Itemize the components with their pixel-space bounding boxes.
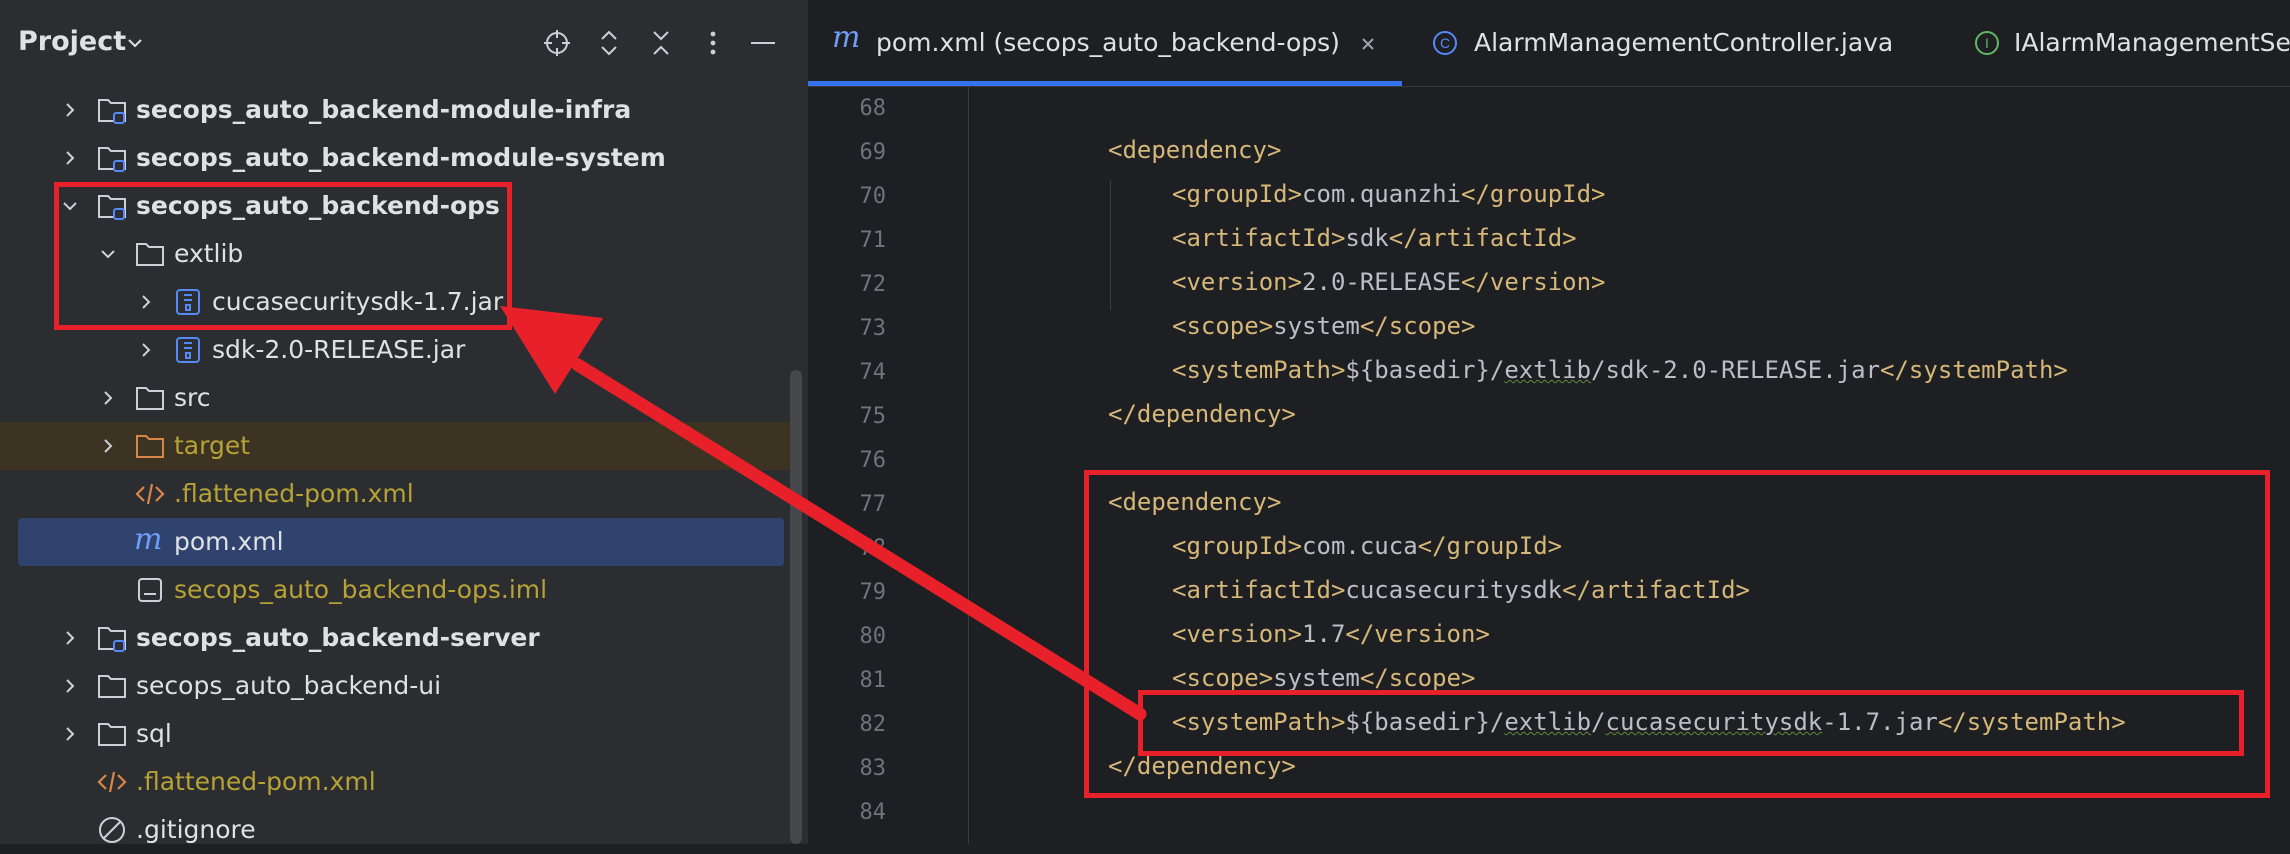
line-number: 79 <box>859 580 887 605</box>
line-number: 73 <box>859 316 887 341</box>
maven-icon: m <box>832 20 861 55</box>
code-line-75: </dependency> <box>1108 400 1296 428</box>
line-number: 82 <box>859 712 887 737</box>
line-number: 68 <box>859 96 887 121</box>
indent-guide <box>968 86 969 844</box>
editor-tab-bar: m pom.xml (secops_auto_backend-ops) C Al… <box>808 0 2290 87</box>
line-number: 75 <box>859 404 887 429</box>
chevron-right-icon[interactable] <box>60 148 80 168</box>
tree-item-target[interactable]: target <box>0 422 790 470</box>
close-icon[interactable] <box>1360 36 1376 52</box>
project-scrollbar[interactable] <box>790 370 802 844</box>
svg-text:I: I <box>1985 35 1989 51</box>
class-icon: C <box>1433 31 1457 55</box>
hide-icon[interactable] <box>748 28 778 58</box>
tree-item-label: pom.xml <box>174 527 284 556</box>
tree-item-label: .flattened-pom.xml <box>136 767 376 796</box>
tree-item-module-infra[interactable]: secops_auto_backend-module-infra <box>0 86 790 134</box>
indent-guide <box>1110 180 1111 310</box>
code-line-74: <systemPath>${basedir}/extlib/sdk-2.0-RE… <box>1172 356 2068 384</box>
line-number: 77 <box>859 492 887 517</box>
line-number: 83 <box>859 756 887 781</box>
excluded-folder-icon <box>136 435 164 458</box>
module-folder-icon <box>98 147 126 172</box>
tree-item-backend-server[interactable]: secops_auto_backend-server <box>0 614 790 662</box>
tree-item-label: .gitignore <box>136 815 256 844</box>
project-view-selector[interactable]: Project <box>18 26 126 57</box>
tree-item-label: secops_auto_backend-server <box>136 623 540 652</box>
line-number: 72 <box>859 272 887 297</box>
line-number: 81 <box>859 668 887 693</box>
jar-icon <box>176 337 200 363</box>
tab-alarm-interface[interactable]: I IAlarmManagementServ <box>1958 0 2290 86</box>
locate-icon[interactable] <box>542 28 572 58</box>
line-number: 71 <box>859 228 887 253</box>
tree-item-label: .flattened-pom.xml <box>174 479 414 508</box>
tab-pom-xml[interactable]: m pom.xml (secops_auto_backend-ops) <box>808 0 1402 86</box>
tree-item-label: target <box>174 431 251 460</box>
svg-text:C: C <box>1440 35 1450 51</box>
chevron-right-icon[interactable] <box>98 388 118 408</box>
code-line-70: <groupId>com.quanzhi</groupId> <box>1172 180 1606 208</box>
chevron-right-icon[interactable] <box>60 628 80 648</box>
module-folder-icon <box>98 627 126 652</box>
tab-label: AlarmManagementController.java <box>1474 28 1894 57</box>
maven-icon: m <box>134 522 163 557</box>
tree-item-label: sdk-2.0-RELEASE.jar <box>212 335 466 364</box>
tree-item-label: secops_auto_backend-ops.iml <box>174 575 548 604</box>
line-number-gutter: 68 69 70 71 72 73 74 75 76 77 78 79 80 8… <box>808 86 960 844</box>
line-number: 69 <box>859 140 887 165</box>
highlight-box-project-tree <box>54 182 512 330</box>
tree-item-flattened-pom[interactable]: .flattened-pom.xml <box>0 470 790 518</box>
module-folder-icon <box>98 99 126 124</box>
folder-icon <box>136 387 164 410</box>
project-panel-header: Project <box>0 0 808 86</box>
chevron-right-icon[interactable] <box>60 100 80 120</box>
line-number: 74 <box>859 360 887 385</box>
tree-item-iml[interactable]: secops_auto_backend-ops.iml <box>0 566 790 614</box>
xml-file-icon <box>97 771 127 793</box>
line-number: 70 <box>859 184 887 209</box>
code-line-72: <version>2.0-RELEASE</version> <box>1172 268 1606 296</box>
collapse-all-icon[interactable] <box>646 28 676 58</box>
tree-item-src[interactable]: src <box>0 374 790 422</box>
tree-item-root-flattened-pom[interactable]: .flattened-pom.xml <box>0 758 790 806</box>
iml-file-icon <box>138 578 162 602</box>
xml-file-icon <box>135 483 165 505</box>
more-options-icon[interactable] <box>698 28 728 58</box>
code-line-69: <dependency> <box>1108 136 1282 164</box>
tree-item-backend-ui[interactable]: secops_auto_backend-ui <box>0 662 790 710</box>
chevron-right-icon[interactable] <box>60 724 80 744</box>
code-line-73: <scope>system</scope> <box>1172 312 1476 340</box>
tree-item-gitignore[interactable]: .gitignore <box>0 806 790 854</box>
tab-alarm-controller[interactable]: C AlarmManagementController.java <box>1418 0 1938 86</box>
tab-label: IAlarmManagementServ <box>2014 28 2290 57</box>
chevron-right-icon[interactable] <box>98 436 118 456</box>
tree-item-label: secops_auto_backend-module-system <box>136 143 666 172</box>
tree-item-label: sql <box>136 719 172 748</box>
ignore-file-icon <box>99 817 125 843</box>
code-line-71: <artifactId>sdk</artifactId> <box>1172 224 1577 252</box>
tree-item-sql[interactable]: sql <box>0 710 790 758</box>
tree-item-label: secops_auto_backend-ui <box>136 671 442 700</box>
line-number: 78 <box>859 536 887 561</box>
tree-item-sdk-jar[interactable]: sdk-2.0-RELEASE.jar <box>0 326 790 374</box>
line-number: 76 <box>859 448 887 473</box>
chevron-right-icon[interactable] <box>136 340 156 360</box>
tree-item-label: secops_auto_backend-module-infra <box>136 95 632 124</box>
tree-item-label: src <box>174 383 211 412</box>
tab-label: pom.xml (secops_auto_backend-ops) <box>876 28 1340 57</box>
line-number: 84 <box>859 800 887 825</box>
highlight-box-systempath <box>1138 690 2244 756</box>
project-tool-window: Project secops_auto_backend-module-infra… <box>0 0 808 844</box>
chevron-down-icon[interactable] <box>126 34 144 52</box>
line-number: 80 <box>859 624 887 649</box>
folder-icon <box>98 675 126 698</box>
folder-icon <box>98 723 126 746</box>
chevron-right-icon[interactable] <box>60 676 80 696</box>
tree-item-pom-xml[interactable]: m pom.xml <box>18 518 784 566</box>
tree-item-module-system[interactable]: secops_auto_backend-module-system <box>0 134 790 182</box>
interface-icon: I <box>1975 31 1999 55</box>
expand-all-icon[interactable] <box>594 28 624 58</box>
